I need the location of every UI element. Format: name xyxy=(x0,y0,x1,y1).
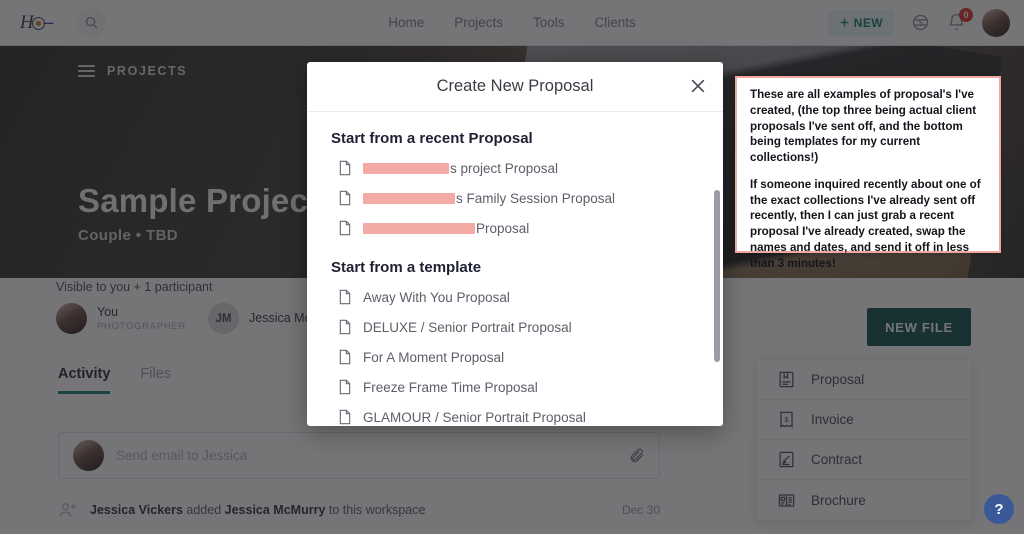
recent-proposal-label: s Family Session Proposal xyxy=(363,191,615,206)
template-label: For A Moment Proposal xyxy=(363,349,505,365)
dialog-body: Start from a recent Proposal s project P… xyxy=(307,112,723,426)
template-item[interactable]: For A Moment Proposal xyxy=(307,342,723,372)
dialog-scrollbar[interactable] xyxy=(714,190,720,362)
recent-proposal-suffix: s project Proposal xyxy=(450,160,559,176)
template-item[interactable]: GLAMOUR / Senior Portrait Proposal xyxy=(307,402,723,426)
app-root: H– Home Projects Tools Clients NEW xyxy=(0,0,1024,534)
create-new-proposal-dialog: Create New Proposal Start from a recent … xyxy=(307,62,723,426)
template-label: Freeze Frame Time Proposal xyxy=(363,379,538,395)
template-item[interactable]: DELUXE / Senior Portrait Proposal xyxy=(307,312,723,342)
recent-proposal-label: Proposal xyxy=(363,221,529,236)
recent-proposal-item[interactable]: Proposal xyxy=(307,213,723,243)
template-label: Away With You Proposal xyxy=(363,289,510,305)
document-icon xyxy=(339,160,351,176)
recent-proposal-item[interactable]: s Family Session Proposal xyxy=(307,183,723,213)
help-button[interactable]: ? xyxy=(984,494,1014,524)
dialog-title: Create New Proposal xyxy=(436,77,594,95)
redacted-client-name xyxy=(363,162,449,174)
recent-proposal-item[interactable]: s project Proposal xyxy=(307,153,723,183)
recent-proposal-suffix: Proposal xyxy=(476,220,530,236)
document-icon xyxy=(339,190,351,206)
redacted-client-name xyxy=(363,222,475,234)
template-item[interactable]: Freeze Frame Time Proposal xyxy=(307,372,723,402)
template-item[interactable]: Away With You Proposal xyxy=(307,282,723,312)
template-label: GLAMOUR / Senior Portrait Proposal xyxy=(363,409,586,425)
document-icon xyxy=(339,220,351,236)
template-label: DELUXE / Senior Portrait Proposal xyxy=(363,319,572,335)
document-icon xyxy=(339,349,351,365)
annotation-paragraph-2: If someone inquired recently about one o… xyxy=(750,177,981,270)
recent-proposal-suffix: s Family Session Proposal xyxy=(456,190,616,206)
document-icon xyxy=(339,409,351,425)
dialog-header: Create New Proposal xyxy=(307,62,723,112)
recent-proposal-label: s project Proposal xyxy=(363,161,558,176)
template-section-title: Start from a template xyxy=(331,259,482,276)
document-icon xyxy=(339,319,351,335)
recent-section-title: Start from a recent Proposal xyxy=(331,130,533,147)
annotation-paragraph-1: These are all examples of proposal's I'v… xyxy=(750,88,977,165)
close-icon[interactable] xyxy=(688,76,708,96)
redacted-client-name xyxy=(363,192,455,204)
document-icon xyxy=(339,379,351,395)
annotation-callout: These are all examples of proposal's I'v… xyxy=(735,76,1001,270)
document-icon xyxy=(339,289,351,305)
